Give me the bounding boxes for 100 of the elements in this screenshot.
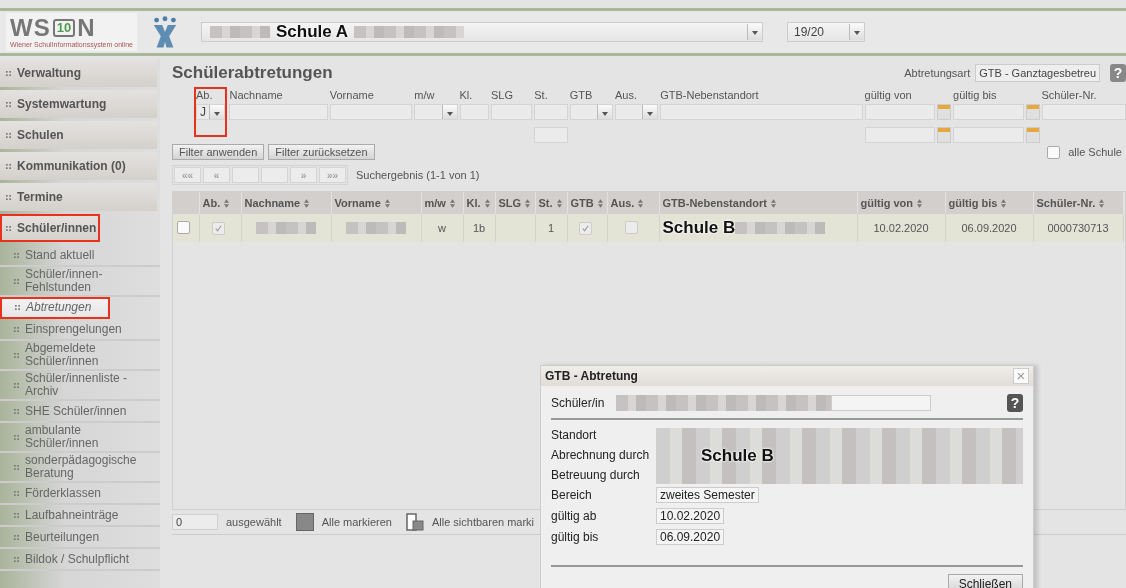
sidebar-item[interactable]: Abgemeldete Schüler/innen <box>0 341 160 371</box>
sidebar-item[interactable]: Schüler/innenliste - Archiv <box>0 371 160 401</box>
pager-button[interactable]: » <box>290 167 317 183</box>
sort-icon[interactable] <box>638 198 644 208</box>
date-input[interactable] <box>864 104 936 120</box>
redacted-block <box>256 222 316 234</box>
mark-visible-link[interactable]: Alle sichtbaren marki <box>431 516 535 528</box>
sidebar-item[interactable]: Bildok / Schulpflicht <box>0 549 160 571</box>
calendar-icon[interactable] <box>937 104 952 120</box>
count-field: 0 <box>172 514 218 530</box>
date-input[interactable] <box>864 127 936 143</box>
filter-label: Kl. <box>459 89 474 101</box>
selected-label: ausgewählt <box>226 516 282 528</box>
sort-icon[interactable] <box>224 198 230 208</box>
sidebar-item[interactable]: Beurteilungen <box>0 527 160 549</box>
year-select[interactable]: 19/20 <box>786 22 865 42</box>
sort-icon[interactable] <box>304 198 310 208</box>
filter-label: GTB <box>569 89 594 101</box>
logo-badge: 10 <box>52 19 76 37</box>
sort-icon[interactable] <box>1099 198 1105 208</box>
school-select[interactable]: Schule A <box>200 22 763 42</box>
caret-icon <box>209 105 225 119</box>
sidebar-section[interactable]: Schulen <box>0 121 157 149</box>
grip-icon <box>14 382 19 388</box>
sort-icon[interactable] <box>771 198 776 208</box>
field-label: Betreuung durch <box>551 468 641 482</box>
sidebar-item[interactable]: sonderpädagogische Beratung <box>0 453 160 483</box>
logo-text: N <box>77 15 96 41</box>
table-cell: 06.09.2020 <box>961 222 1017 234</box>
sidebar-section[interactable]: Termine <box>0 183 157 211</box>
checkbox-label: alle Schule <box>1068 146 1122 158</box>
calendar-icon[interactable] <box>937 127 952 143</box>
filter-select[interactable] <box>614 104 659 120</box>
pager-button[interactable]: «« <box>174 167 201 183</box>
logo-text: WS <box>10 15 51 41</box>
calendar-icon[interactable] <box>1025 104 1040 120</box>
field-value: 10.02.2020 <box>656 508 725 524</box>
filter-label: GTB-Nebenstandort <box>660 89 760 101</box>
sidebar-section[interactable]: Schüler/innen <box>0 214 100 242</box>
calendar-icon[interactable] <box>1025 127 1040 143</box>
sidebar-item[interactable]: Einsprengelungen <box>0 319 160 341</box>
sort-icon[interactable] <box>384 198 390 208</box>
filter-button[interactable]: Filter anwenden <box>172 144 265 160</box>
filter-select[interactable]: J <box>196 104 226 120</box>
checkbox[interactable] <box>1047 145 1061 159</box>
filter-button[interactable]: Filter zurücksetzen <box>268 144 375 160</box>
grip-icon <box>6 101 11 107</box>
field-label: Bereich <box>551 488 593 502</box>
caret-icon <box>746 24 762 40</box>
page-title: Schülerabtretungen <box>172 63 333 83</box>
field-value: 06.09.2020 <box>656 529 725 545</box>
sidebar-item[interactable]: Laufbahneinträge <box>0 505 160 527</box>
filter-label: gültig von <box>864 89 913 101</box>
pager-button[interactable]: »» <box>319 167 346 183</box>
table-cell: 1 <box>547 222 555 234</box>
grip-icon <box>14 512 19 518</box>
filter-input[interactable] <box>1041 104 1126 120</box>
grip-icon <box>15 305 20 310</box>
sort-icon[interactable] <box>917 198 923 208</box>
mark-visible-icon[interactable] <box>405 513 424 531</box>
sidebar-item[interactable]: Förderklassen <box>0 483 160 505</box>
mark-all-icon[interactable] <box>295 513 314 531</box>
sidebar-item[interactable]: ambulante Schüler/innen <box>0 423 160 453</box>
help-icon[interactable]: ? <box>1007 394 1023 412</box>
grip-icon <box>14 434 19 440</box>
table-cell: w <box>438 222 446 234</box>
grip-icon <box>14 252 19 258</box>
grip-icon <box>14 490 19 496</box>
help-icon[interactable]: ? <box>1110 64 1126 82</box>
filter-select[interactable] <box>414 104 458 120</box>
sort-icon[interactable] <box>525 198 531 208</box>
sidebar-section[interactable]: Systemwartung <box>0 90 157 118</box>
school-name-label: Schule A <box>275 22 349 42</box>
close-button[interactable]: Schließen <box>947 574 1023 588</box>
row-checkbox[interactable] <box>177 220 191 234</box>
sidebar-item[interactable]: Abtretungen <box>0 297 110 319</box>
type-select[interactable]: GTB - Ganztagesbetreu <box>975 64 1100 82</box>
page-field[interactable] <box>232 167 259 183</box>
sidebar-section[interactable]: Verwaltung <box>0 59 157 87</box>
grip-icon <box>14 352 19 358</box>
sidebar-item[interactable]: SHE Schüler/innen <box>0 401 160 423</box>
mark-all-link[interactable]: Alle markieren <box>321 516 392 528</box>
sort-icon[interactable] <box>1001 198 1007 208</box>
school-name-label: Schule B <box>701 446 774 466</box>
grip-icon <box>14 408 19 414</box>
grip-icon <box>14 278 19 284</box>
sidebar-section[interactable]: Kommunikation (0) <box>0 152 157 180</box>
close-icon[interactable]: × <box>1013 368 1029 384</box>
filter-label: Schüler-Nr. <box>1041 89 1098 101</box>
grip-icon <box>14 534 19 540</box>
sort-icon[interactable] <box>449 198 455 208</box>
field-label: Abrechnung durch <box>551 448 651 462</box>
pager-button[interactable]: « <box>203 167 230 183</box>
sort-icon[interactable] <box>484 198 490 208</box>
sort-icon[interactable] <box>556 198 562 208</box>
field-value: zweites Semester <box>656 487 759 503</box>
sidebar-item[interactable]: Stand aktuell <box>0 245 160 267</box>
filter-select[interactable] <box>569 104 613 120</box>
page-field[interactable] <box>261 167 288 183</box>
sort-icon[interactable] <box>597 198 603 208</box>
